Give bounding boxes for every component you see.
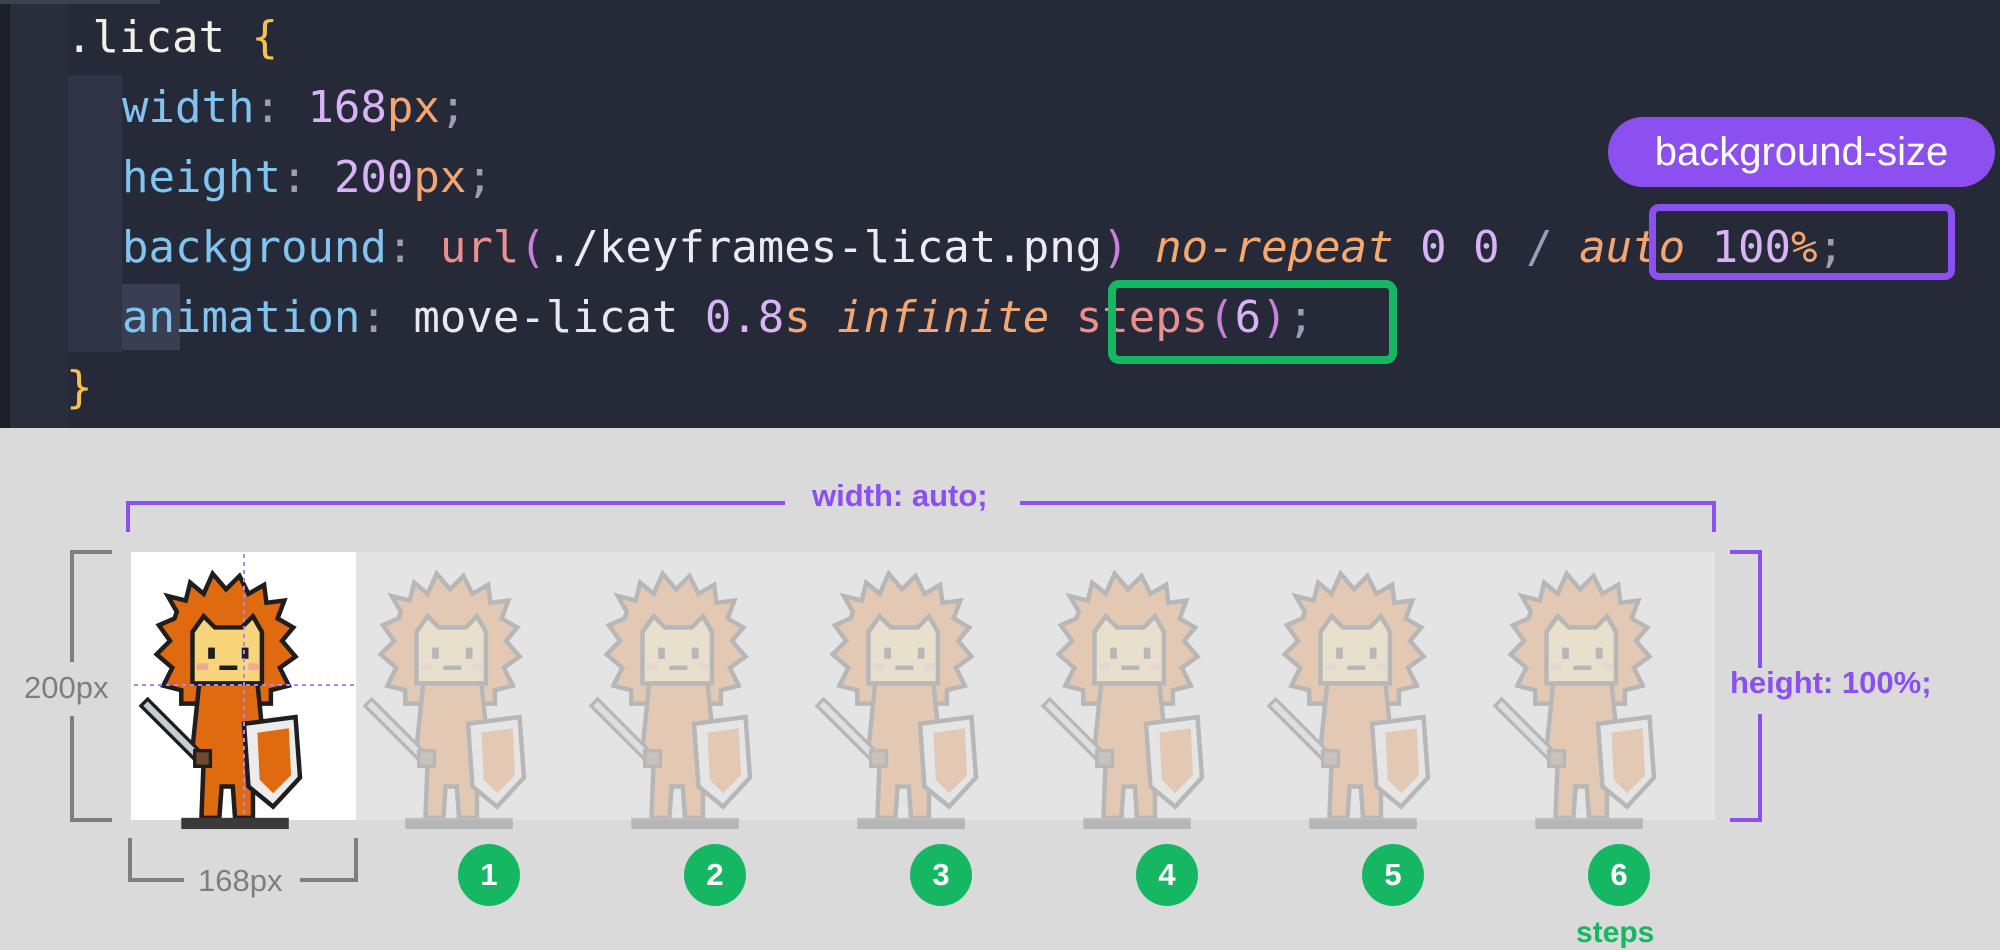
frame-width-label: 168px (198, 863, 283, 898)
steps-highlight (1108, 280, 1397, 364)
editor-left-edge (0, 0, 10, 428)
pos-x: 0 (1420, 222, 1447, 273)
step-2-badge: 2 (684, 844, 746, 906)
pos-y: 0 (1473, 222, 1500, 273)
height-value: 200 (333, 152, 414, 203)
editor-gutter (10, 0, 68, 428)
anim-name: move-licat (413, 292, 679, 343)
width-value: 168 (307, 82, 387, 133)
prop-background: background (122, 222, 387, 273)
close-brace: } (66, 362, 93, 413)
code-line-height: height: 200px; (122, 152, 493, 203)
step-4-badge: 4 (1136, 844, 1198, 906)
width-unit: px (386, 82, 440, 133)
code-line-background: background: url(./keyframes-licat.png) n… (122, 222, 1845, 273)
diagram-graphics (70, 501, 1762, 882)
code-line-selector: .licat { (66, 8, 278, 68)
anim-duration: 0.8 (704, 292, 785, 343)
css-selector: .licat (66, 12, 225, 63)
editor-top-strip (0, 0, 160, 4)
step-3-badge: 3 (910, 844, 972, 906)
url-arg: ./keyframes-licat.png (545, 222, 1103, 273)
sprite-diagram: width: auto; height: 100%; 200px 168px 1… (0, 428, 2000, 949)
height-100-label: height: 100%; (1730, 665, 1932, 700)
background-size-badge: background-size (1608, 117, 1995, 187)
height-unit: px (413, 152, 467, 203)
step-5-badge: 5 (1362, 844, 1424, 906)
code-line-width: width: 168px; (122, 82, 467, 133)
code-editor: .licat { width: 168px; height: 200px; ba… (0, 0, 2000, 428)
indent-guide (68, 75, 122, 352)
open-brace: { (251, 12, 278, 63)
prop-animation: animation (122, 292, 361, 343)
step-6-badge: 6 (1588, 844, 1650, 906)
background-size-highlight (1649, 204, 1955, 280)
prop-width: width (122, 82, 255, 133)
prop-height: height (122, 152, 281, 203)
repeat-keyword: no-repeat (1155, 222, 1394, 273)
anim-iteration: infinite (837, 292, 1050, 343)
anim-duration-unit: s (784, 292, 811, 343)
frame-height-label: 200px (24, 670, 109, 705)
step-1-badge: 1 (458, 844, 520, 906)
width-auto-label: width: auto; (812, 478, 988, 513)
steps-label: steps (1576, 916, 1655, 949)
url-fn: url (439, 222, 520, 273)
slash: / (1526, 222, 1553, 273)
code-line-close: } (66, 358, 93, 418)
